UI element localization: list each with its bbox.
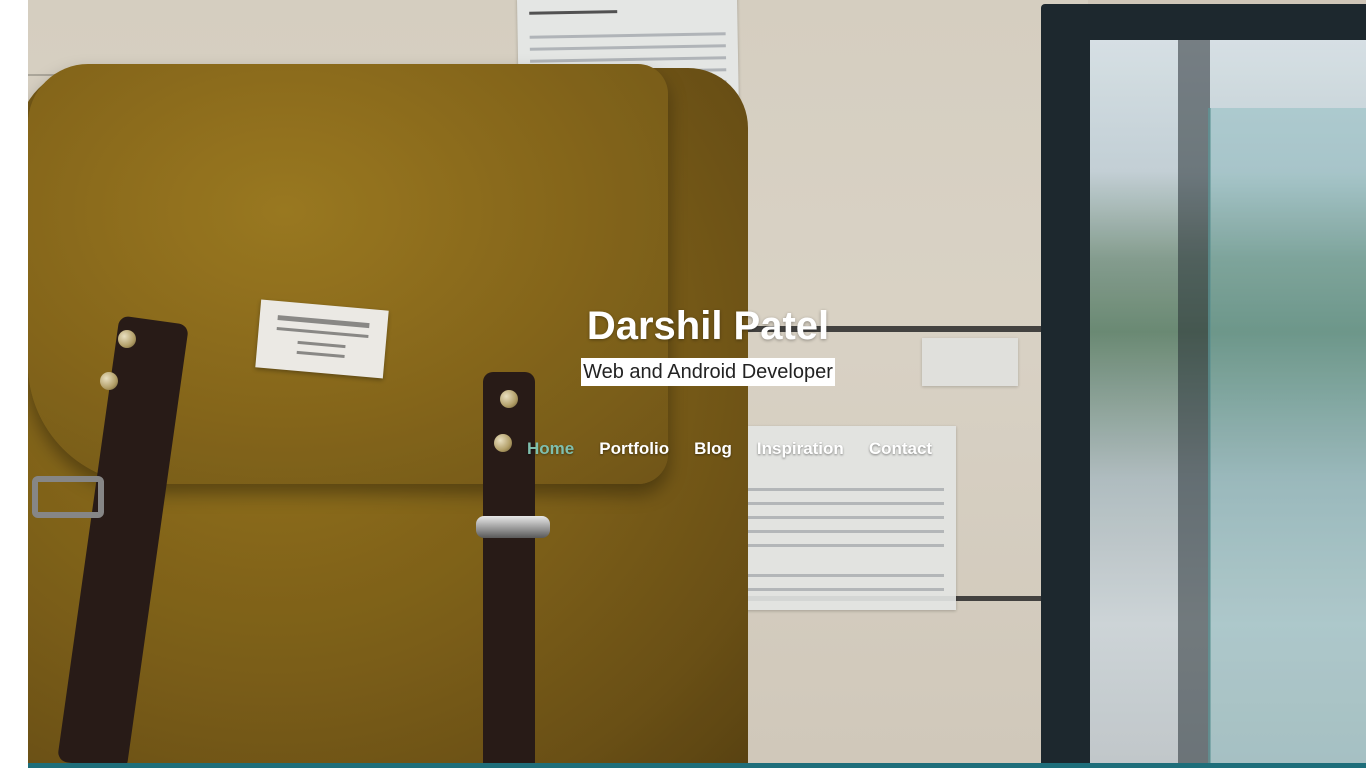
nav-item-blog[interactable]: Blog [694,438,732,460]
site-title: Darshil Patel [586,304,830,348]
hero-background-image: Darshil Patel Web and Android Developer … [28,0,1366,763]
nav-item-inspiration[interactable]: Inspiration [757,438,844,460]
site-header: Darshil Patel Web and Android Developer [39,300,1366,386]
nav-item-portfolio[interactable]: Portfolio [599,438,669,460]
nav-item-home[interactable]: Home [527,438,574,460]
main-nav: Home Portfolio Blog Inspiration Contact [527,438,957,460]
page: Darshil Patel Web and Android Developer … [0,0,1366,768]
nav-item-contact[interactable]: Contact [869,438,932,460]
site-tagline: Web and Android Developer [581,358,835,386]
left-margin [0,0,28,768]
bottom-accent-bar [28,763,1366,768]
